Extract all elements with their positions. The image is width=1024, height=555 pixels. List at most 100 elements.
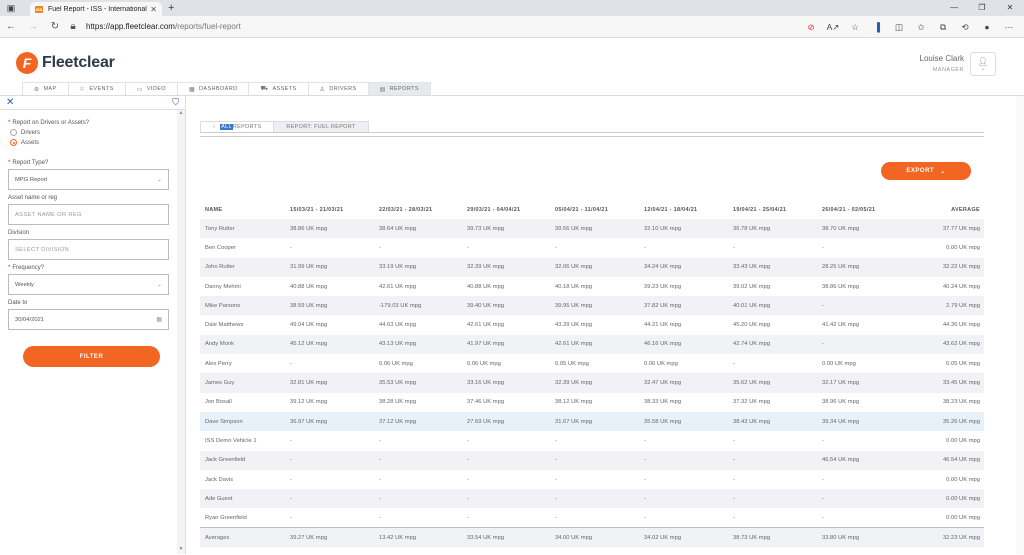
export-button[interactable]: EXPORT ⌄ [881,162,971,180]
url-field[interactable]: https://app.fleetclear.com/reports/fuel-… [86,22,241,31]
report-type-select[interactable]: MPG Report ⌄ [8,169,169,190]
row-value-cell: - [379,514,381,521]
row-value-cell: 43.13 UK mpg [374,334,462,355]
split-icon[interactable]: ◫ [888,22,910,33]
row-value-cell: - [467,514,469,521]
minimize-icon[interactable]: — [940,0,968,16]
profile-icon[interactable]: ● [976,22,998,32]
table-row[interactable]: Ben Cooper - - - - - - - 0.00 UK mpg [200,238,984,257]
report-type-label: * Report Type? [8,160,49,166]
restore-icon[interactable]: ❐ [968,0,996,16]
collections-icon[interactable]: ⧉ [932,22,954,33]
chevron-down-icon: ⌄ [980,65,986,72]
favorites-icon[interactable]: ✩ [910,22,932,33]
window-menu-icon[interactable]: ▣ [0,0,22,16]
row-name-cell: Jack Davis [205,476,234,483]
tab-assets[interactable]: ⛟ ASSETS [248,82,309,95]
more-icon[interactable]: ⋯ [998,22,1020,33]
events-icon: ⚐ [79,86,86,93]
table-row[interactable]: Dale Matthews 49.04 UK mpg 44.63 UK mpg 42.… [200,315,984,334]
app-header: F Fleetclear Louise Clark MANAGER 👤︎ ⌄ [0,38,1024,82]
breadcrumb-all-reports[interactable]: ‹ ALL REPORTS [200,121,275,132]
division-select[interactable]: SELECT DIVISION [8,239,169,260]
close-tab-icon[interactable]: ✕ [150,5,157,14]
forward-icon[interactable]: → [22,21,44,32]
filter-button[interactable]: FILTER [23,346,160,367]
close-icon[interactable]: ✕ [6,97,14,108]
content-scrollbar[interactable] [1016,96,1024,554]
date-input[interactable]: 30/04/2021 ▦ [8,309,169,330]
radio-drivers[interactable]: Drivers [10,129,169,136]
table-row[interactable]: Ryan Greenfield - - - - - - - 0.00 UK mpg [200,508,984,527]
row-value-cell: 36.97 UK mpg [285,411,374,432]
calendar-icon[interactable]: ▦ [156,316,162,323]
row-value-cell: 40.88 UK mpg [290,283,328,290]
row-value-cell: 39.95 UK mpg [550,296,639,316]
row-value-cell: 49.04 UK mpg [290,322,328,329]
table-row[interactable]: John Rutter 31.99 UK mpg 33.19 UK mpg 32.39… [200,257,984,277]
row-value-cell: - [644,437,646,444]
frequency-select[interactable]: Weekly ⌄ [8,274,169,295]
user-info: Louise Clark MANAGER [920,54,964,73]
row-value-cell: - [467,437,469,444]
tab-dashboard[interactable]: ▦ DASHBOARD [176,82,250,95]
column-header: 19/04/21 - 25/04/21 [733,207,787,213]
average-value-cell: 32.23 UK mpg [905,527,984,547]
row-value-cell: 37.12 UK mpg [374,411,462,432]
filter-icon[interactable]: ⛉ [172,97,179,108]
table-row[interactable]: James Guy 32.81 UK mpg 35.53 UK mpg 33.16 U… [200,373,984,393]
averages-row: Averages 39.27 UK mpg 13.42 UK mpg 33.54 UK… [200,527,984,547]
user-menu-button[interactable]: 👤︎ ⌄ [970,52,996,76]
tab-video[interactable]: ▭ VIDEO [124,82,178,95]
chevron-left-icon: ‹ [213,124,216,130]
tab-reports[interactable]: ▤ REPORTS [367,82,431,95]
table-row[interactable]: Alex Perry - 0.06 UK mpg 0.06 UK mpg 0.05 UK… [200,354,984,373]
table-row[interactable]: Tony Rutter 38.86 UK mpg 38.64 UK mpg 39.73… [200,219,984,239]
radio-assets[interactable]: Assets [10,139,169,146]
table-row[interactable]: Dave Simpson 36.97 UK mpg 37.12 UK mpg 27.6… [200,411,984,432]
asset-input[interactable]: ASSET NAME OR REG [8,204,169,225]
scroll-down-icon[interactable]: ▼ [177,546,185,552]
extension-icon[interactable]: ▐ [866,22,888,32]
table-row[interactable]: Jack Greenfield - - - - - -46.54 UK mpg 46.54 U… [200,450,984,470]
table-row[interactable]: Mike Parsons 38.59 UK mpg -179.03 UK mpg 39… [200,296,984,316]
browser-tab-bar: ▣ ISS Fuel Report - ISS - International … [0,0,1024,16]
row-value-cell: 33.45 UK mpg [905,373,984,393]
table-row[interactable]: Danny Mehmi 40.88 UK mpg 42.61 UK mpg 40.88… [200,277,984,296]
browser-tab[interactable]: ISS Fuel Report - ISS - International ✕ [30,2,162,16]
favorite-add-icon[interactable]: ☆ [844,22,866,33]
row-value-cell: 38.86 UK mpg [285,219,374,239]
row-name-cell: ISS Demo Vehicle 1 [205,437,257,444]
breadcrumb: ‹ ALL REPORTS REPORT: FUEL REPORT [200,121,984,133]
column-header: 22/03/21 - 28/03/21 [379,207,433,213]
row-value-cell: 38.64 UK mpg [374,219,462,239]
table-row[interactable]: Jon Boxall 39.12 UK mpg 38.28 UK mpg 37.46 … [200,393,984,412]
tab-drivers[interactable]: ♙ DRIVERS [307,82,369,95]
table-row[interactable]: Andy Monk 45.12 UK mpg 43.13 UK mpg 41.97 U… [200,334,984,355]
row-value-cell: - [290,514,292,521]
new-tab-icon[interactable]: + [168,0,174,16]
tab-events[interactable]: ⚐ EVENTS [67,82,126,95]
row-value-cell: - [822,437,824,444]
chevron-down-icon: ⌄ [156,282,162,288]
tab-map[interactable]: ⊛ MAP [22,82,69,95]
read-aloud-icon[interactable]: A↗ [822,22,844,33]
table-row[interactable]: Jack Davis - - - - - - - 0.00 UK mpg [200,470,984,489]
scroll-up-icon[interactable]: ▲ [177,110,185,116]
window-controls: — ❐ ✕ [940,0,1024,16]
refresh-icon[interactable]: ↻ [44,21,66,32]
row-name-cell: Tony Rutter [200,219,285,239]
row-value-cell: - [379,437,381,444]
report-card: EXPORT ⌄ NAME 15/03/21 - 21/03/21 22/03/21 … [200,136,984,547]
close-window-icon[interactable]: ✕ [996,0,1024,16]
history-icon[interactable]: ⟲ [954,22,976,33]
row-value-cell: 35.62 UK mpg [728,373,817,393]
table-row[interactable]: Ade Guest - - - - - - -0.00 UK mpg [200,489,984,509]
back-icon[interactable]: ← [0,21,22,32]
blocked-icon[interactable]: ⊘ [800,22,822,33]
lock-icon[interactable]: 🔒︎ [66,21,80,32]
table-row[interactable]: ISS Demo Vehicle 1 - - - - - - - 0.00 UK mpg [200,431,984,450]
sidebar-scrollbar[interactable]: ▲ ▼ [177,110,185,554]
logo[interactable]: F Fleetclear [16,52,115,74]
row-value-cell: - [462,450,550,470]
